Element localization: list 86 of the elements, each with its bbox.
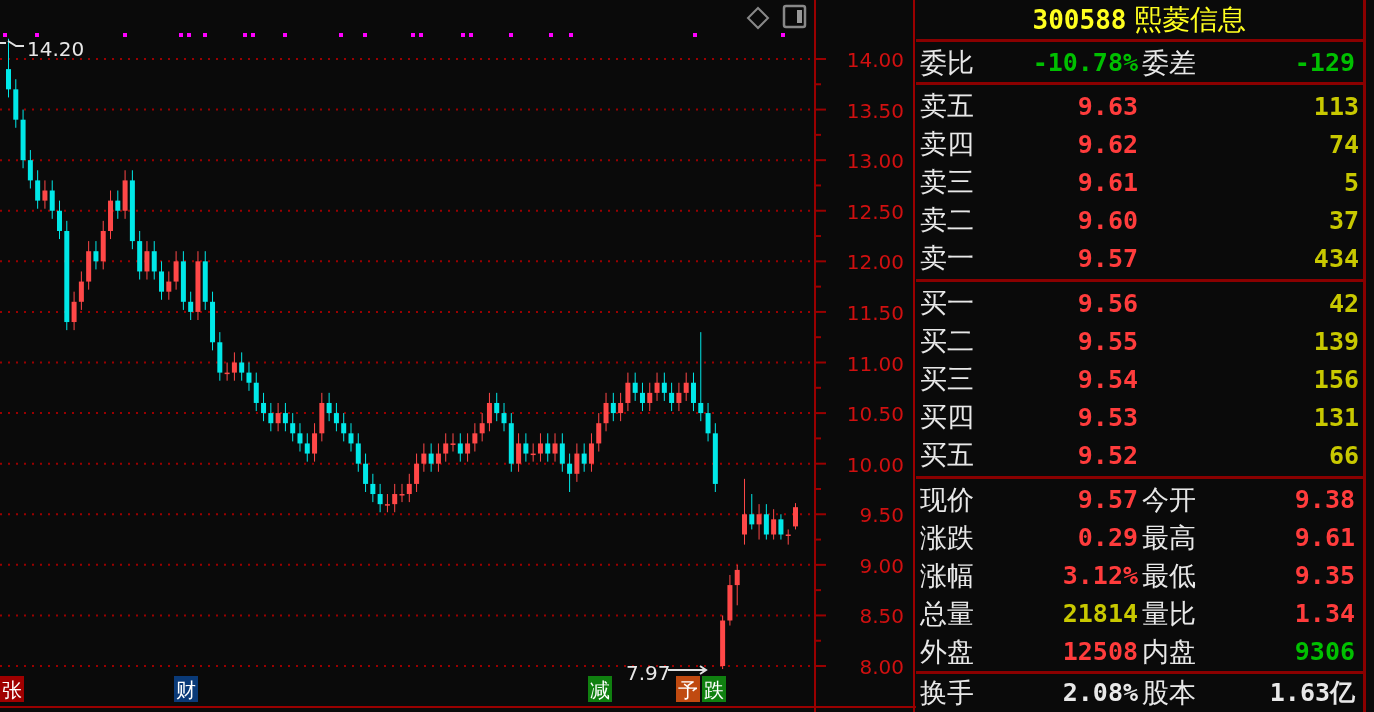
field-label: 内盘	[1142, 636, 1197, 669]
order-volume: 139	[1312, 326, 1359, 356]
stock-name: 熙菱信息	[1134, 2, 1247, 37]
field-label: 最高	[1142, 522, 1197, 555]
field-value: 3.12%	[1061, 560, 1139, 592]
candlestick	[384, 493, 390, 513]
axis-tick-label: 14.00	[846, 48, 904, 72]
diamond-icon[interactable]	[746, 6, 770, 30]
field-label: 涨跌	[920, 522, 975, 555]
axis-tick-label: 12.00	[846, 250, 904, 275]
field-label: 今开	[1142, 484, 1197, 517]
field-value: 9.61	[1293, 522, 1356, 554]
field-label: 现价	[920, 484, 975, 517]
order-volume: 5	[1342, 167, 1359, 197]
axis-tick-label: 10.50	[846, 402, 904, 427]
order-price: 9.60	[1076, 205, 1139, 235]
stock-code: 300588	[1032, 4, 1127, 35]
field-value: 9.38	[1293, 484, 1356, 516]
field-value: -10.78%	[1031, 47, 1139, 79]
event-tag[interactable]: 予	[676, 676, 700, 702]
field-value: 0.29	[1076, 522, 1139, 554]
axis-tick-label: 9.00	[859, 553, 904, 578]
axis-tick-label: 11.00	[846, 351, 904, 376]
event-tag[interactable]: 财	[174, 676, 198, 702]
field-value: 12508	[1061, 636, 1139, 668]
order-price: 9.63	[1076, 91, 1139, 121]
pointer-arrow	[0, 40, 25, 47]
order-level-label: 买三	[920, 363, 975, 396]
order-volume: 434	[1312, 243, 1359, 273]
field-value: 9.35	[1293, 560, 1356, 592]
order-price: 9.55	[1076, 326, 1139, 356]
order-volume: 113	[1312, 91, 1359, 121]
field-value: 9306	[1293, 636, 1356, 668]
event-tag[interactable]: 减	[588, 676, 612, 702]
pointer-arrow	[667, 665, 708, 675]
order-level-label: 买二	[920, 325, 975, 358]
axis-tick-label: 8.50	[859, 604, 904, 629]
order-volume: 37	[1327, 205, 1359, 235]
event-tag[interactable]: 张	[0, 676, 24, 702]
candlestick	[785, 528, 791, 546]
order-price: 9.53	[1076, 402, 1139, 432]
order-level-label: 买五	[920, 439, 975, 472]
field-label: 最低	[1142, 560, 1197, 593]
axis-tick-label: 10.00	[846, 452, 904, 477]
order-level-label: 卖一	[920, 242, 975, 275]
field-label: 委差	[1142, 47, 1197, 80]
field-label: 委比	[920, 47, 975, 80]
field-label: 外盘	[920, 636, 975, 669]
axis-tick-label: 13.50	[846, 98, 904, 123]
axis-tick-label: 8.00	[859, 655, 904, 679]
high-price-label: 14.20	[27, 37, 85, 61]
order-volume: 66	[1327, 440, 1359, 470]
order-level-label: 卖三	[920, 166, 975, 199]
field-label: 股本	[1142, 677, 1197, 710]
axis-tick-label: 13.00	[846, 149, 904, 174]
order-level-label: 卖四	[920, 128, 975, 161]
order-volume: 74	[1327, 129, 1359, 159]
field-value: 9.57	[1076, 484, 1139, 516]
order-volume: 156	[1312, 364, 1359, 394]
field-value: 1.34	[1293, 598, 1356, 630]
low-price-label: 7.97	[626, 661, 671, 685]
axis-tick-label: 9.50	[859, 503, 904, 528]
order-level-label: 卖二	[920, 204, 975, 237]
field-label: 换手	[920, 677, 975, 710]
field-value: 1.63亿	[1268, 677, 1356, 709]
order-price: 9.62	[1076, 129, 1139, 159]
order-price: 9.52	[1076, 440, 1139, 470]
axis-tick-label: 11.50	[846, 300, 904, 325]
field-label: 量比	[1142, 598, 1197, 631]
field-value: -129	[1293, 47, 1356, 79]
axis-tick-label: 12.50	[846, 199, 904, 224]
order-level-label: 卖五	[920, 90, 975, 123]
order-price: 9.61	[1076, 167, 1139, 197]
order-price: 9.57	[1076, 243, 1139, 273]
order-level-label: 买四	[920, 401, 975, 434]
order-volume: 131	[1312, 402, 1359, 432]
field-value: 21814	[1061, 598, 1139, 630]
order-level-label: 买一	[920, 287, 975, 320]
order-price: 9.54	[1076, 364, 1139, 394]
event-tag[interactable]: 跌	[702, 676, 726, 702]
order-price: 9.56	[1076, 288, 1139, 318]
order-volume: 42	[1327, 288, 1359, 318]
panel-toggle-icon[interactable]	[782, 4, 807, 29]
field-value: 2.08%	[1061, 677, 1139, 709]
field-label: 涨幅	[920, 560, 975, 593]
field-label: 总量	[920, 598, 975, 631]
